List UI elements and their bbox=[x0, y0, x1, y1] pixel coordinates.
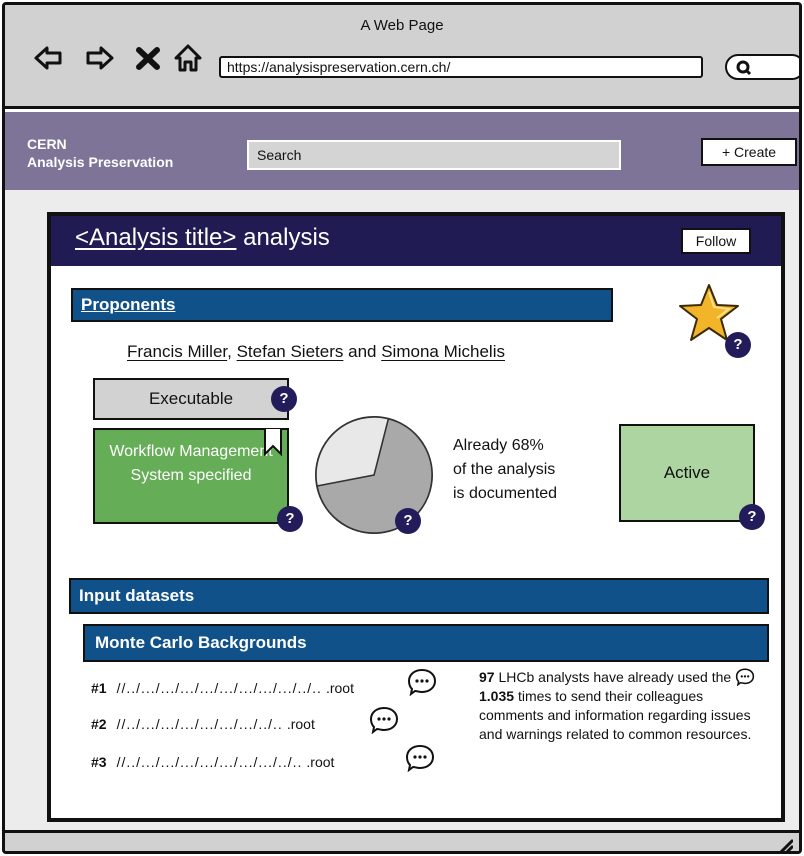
analyst-count: 97 bbox=[479, 669, 495, 685]
dataset-id: #3 bbox=[91, 754, 107, 770]
comment-bubble-icon[interactable] bbox=[407, 668, 437, 696]
input-datasets-header[interactable]: Input datasets bbox=[69, 578, 769, 614]
brand-logo[interactable]: CERN Analysis Preservation bbox=[27, 135, 173, 171]
comment-bubble-icon[interactable] bbox=[369, 706, 399, 734]
window-title: A Web Page bbox=[360, 17, 444, 34]
dataset-path: //../.../.../.../.../.../.../.../../.. bbox=[116, 754, 303, 770]
comment-stats: 97 LHCb analysts have already used the 1… bbox=[479, 668, 769, 744]
proponent-conjunction: and bbox=[348, 342, 377, 361]
dataset-row[interactable]: #2 //../.../.../.../.../.../.../../.. .roo… bbox=[91, 716, 315, 732]
browser-status-bar bbox=[5, 830, 799, 854]
dataset-ext: .root bbox=[325, 680, 354, 696]
browser-search-field[interactable] bbox=[725, 54, 799, 80]
dataset-row[interactable]: #1 //../.../.../.../.../.../.../.../.../.… bbox=[91, 680, 354, 696]
brand-line-1: CERN bbox=[27, 136, 67, 152]
close-icon[interactable] bbox=[133, 43, 163, 73]
url-field[interactable]: https://analysispreservation.cern.ch/ bbox=[219, 56, 703, 78]
bookmark-icon[interactable] bbox=[263, 428, 283, 456]
question-icon[interactable]: ? bbox=[277, 506, 303, 532]
analysis-card: <Analysis title> analysis Follow Propone… bbox=[47, 212, 785, 822]
dataset-row[interactable]: #3 //../.../.../.../.../.../.../.../../..… bbox=[91, 754, 334, 770]
monte-carlo-header[interactable]: Monte Carlo Backgrounds bbox=[83, 624, 769, 662]
dataset-id: #2 bbox=[91, 716, 107, 732]
comment-stats-text-2: times to send their colleagues comments … bbox=[479, 688, 752, 742]
dataset-path: //../.../.../.../.../.../.../../.. bbox=[116, 716, 283, 732]
executable-badge: Executable bbox=[93, 378, 289, 420]
proponent-link[interactable]: Francis Miller bbox=[127, 342, 227, 361]
follow-button[interactable]: Follow bbox=[681, 228, 751, 254]
page-body: <Analysis title> analysis Follow Propone… bbox=[5, 190, 799, 830]
comment-bubble-icon[interactable] bbox=[405, 744, 435, 772]
question-icon[interactable]: ? bbox=[395, 508, 421, 534]
browser-window: A Web Page https://analysispreservation.… bbox=[2, 2, 802, 854]
wms-badge: Workflow Management System specified bbox=[93, 428, 289, 524]
usage-count: 1.035 bbox=[479, 688, 515, 704]
search-icon bbox=[736, 60, 752, 76]
question-icon[interactable]: ? bbox=[739, 504, 765, 530]
dataset-ext: .root bbox=[286, 716, 315, 732]
proponent-link[interactable]: Stefan Sieters bbox=[237, 342, 344, 361]
analysis-title-suffix: analysis bbox=[243, 224, 330, 251]
proponents-list: Francis Miller, Stefan Sieters and Simon… bbox=[127, 342, 505, 362]
proponents-header[interactable]: Proponents bbox=[71, 288, 613, 322]
comment-stats-text-1: LHCb analysts have already used the bbox=[498, 669, 732, 685]
create-button[interactable]: + Create bbox=[701, 138, 797, 166]
question-icon[interactable]: ? bbox=[271, 386, 297, 412]
dataset-path: //../.../.../.../.../.../.../.../.../../… bbox=[116, 680, 322, 696]
documentation-line: is documented bbox=[453, 485, 558, 502]
documentation-progress-text: Already 68% of the analysis is documente… bbox=[453, 434, 557, 506]
analysis-title-link[interactable]: <Analysis title> bbox=[75, 224, 236, 251]
comment-bubble-icon bbox=[735, 668, 755, 686]
question-icon[interactable]: ? bbox=[725, 332, 751, 358]
page-title: <Analysis title> analysis bbox=[75, 224, 330, 252]
status-badge: Active bbox=[619, 424, 755, 522]
documentation-line: Already 68% bbox=[453, 437, 544, 454]
documentation-line: of the analysis bbox=[453, 461, 556, 478]
search-input[interactable]: Search bbox=[247, 140, 621, 170]
app-header: CERN Analysis Preservation Search + Crea… bbox=[5, 112, 799, 190]
dataset-id: #1 bbox=[91, 680, 107, 696]
brand-line-2: Analysis Preservation bbox=[27, 154, 174, 170]
resize-grip-icon[interactable] bbox=[775, 837, 793, 854]
wms-label: Workflow Management System specified bbox=[109, 443, 273, 484]
proponent-separator: , bbox=[227, 342, 232, 361]
analysis-header: <Analysis title> analysis Follow bbox=[51, 216, 781, 266]
proponent-link[interactable]: Simona Michelis bbox=[381, 342, 505, 361]
arrow-left-icon[interactable] bbox=[33, 43, 63, 73]
arrow-right-icon[interactable] bbox=[85, 43, 115, 73]
home-icon[interactable] bbox=[173, 43, 203, 73]
browser-toolbar: A Web Page https://analysispreservation.… bbox=[5, 5, 799, 109]
dataset-ext: .root bbox=[306, 754, 335, 770]
